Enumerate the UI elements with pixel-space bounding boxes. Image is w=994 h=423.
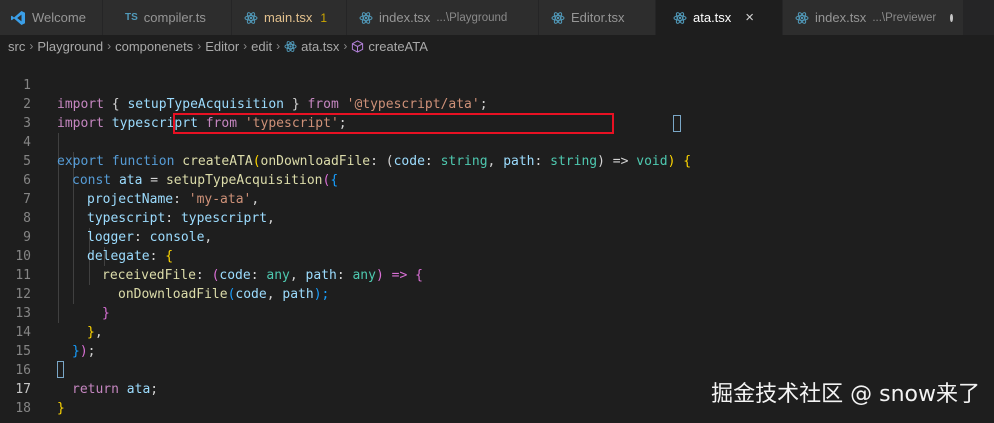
breadcrumb-item[interactable]: ata.tsx (301, 39, 339, 54)
ts-icon: TS (125, 12, 138, 23)
react-icon (359, 11, 373, 25)
tab-label: compiler.ts (143, 10, 206, 25)
bracket-match-highlight (673, 115, 681, 132)
breadcrumb-item[interactable]: edit (251, 39, 272, 54)
code-line: 5 const ata = setupTypeAcquisition({ (0, 133, 994, 188)
tab-description: ...\Playground (436, 11, 508, 24)
line-number: 18 (15, 401, 31, 416)
code-line: 6 projectName: 'my-ata', (0, 152, 994, 207)
tab-bar: Welcome TS compiler.ts main.tsx 1 index.… (0, 0, 994, 35)
problem-count-badge: 1 (320, 10, 328, 25)
vscode-icon (10, 10, 26, 26)
chevron-right-icon: › (29, 39, 34, 53)
symbol-method-icon (351, 39, 364, 53)
tab-label: Editor.tsx (571, 10, 625, 25)
watermark: 掘金技术社区 @ snow来了 (711, 382, 980, 407)
tab-description: ...\Previewer (872, 11, 937, 24)
code-line: 11 onDownloadFile(code, path); (0, 247, 994, 302)
code-line: 13 }, (0, 285, 994, 340)
code-line: 15 (0, 323, 994, 359)
breadcrumb-item[interactable]: createATA (368, 39, 427, 54)
code-line: 3 (0, 95, 994, 131)
chevron-right-icon: › (197, 39, 202, 53)
tab-label: main.tsx (264, 10, 313, 25)
tab-label: index.tsx (815, 10, 867, 25)
tab-label: index.tsx (379, 10, 431, 25)
react-icon (551, 11, 565, 25)
breadcrumb-item[interactable]: Playground (37, 39, 103, 54)
bracket-match-highlight (57, 361, 64, 378)
react-icon (795, 11, 809, 25)
code-line: 7 typescript: typescriprt, (0, 171, 994, 226)
chevron-right-icon: › (276, 39, 281, 53)
chevron-right-icon: › (107, 39, 112, 53)
code-line: 9 delegate: { (0, 209, 994, 264)
chevron-right-icon: › (343, 39, 348, 53)
code-line: 8 logger: console, (0, 190, 994, 245)
tab-welcome[interactable]: Welcome (0, 0, 103, 35)
code-line: 14 }); (0, 304, 994, 359)
tab-label: Welcome (32, 10, 86, 25)
line-code: } (57, 399, 65, 418)
breadcrumb-item[interactable]: Editor (205, 39, 239, 54)
breadcrumb-item[interactable]: src (8, 39, 25, 54)
code-editor[interactable]: 1 import { setupTypeAcquisition } from '… (0, 57, 994, 423)
react-icon (244, 11, 258, 25)
tab-index-previewer[interactable]: index.tsx ...\Previewer (783, 0, 964, 35)
breadcrumb: src › Playground › componenets › Editor … (0, 35, 994, 57)
react-icon (673, 11, 687, 25)
tab-label: ata.tsx (693, 10, 732, 25)
tab-index-playground[interactable]: index.tsx ...\Playground (347, 0, 539, 35)
red-highlight-annotation (173, 113, 614, 134)
token: } (57, 401, 65, 416)
close-icon[interactable]: × (745, 9, 754, 26)
tab-ata[interactable]: ata.tsx × (656, 0, 783, 35)
breadcrumb-item[interactable]: componenets (115, 39, 193, 54)
tab-compiler[interactable]: TS compiler.ts (103, 0, 232, 35)
tab-main[interactable]: main.tsx 1 (232, 0, 347, 35)
code-line: 2 import typescriprt from 'typescript'; (0, 76, 994, 131)
code-line: 1 import { setupTypeAcquisition } from '… (0, 57, 994, 112)
code-line: 12 } (0, 266, 994, 321)
chevron-right-icon: › (243, 39, 248, 53)
react-icon (284, 40, 297, 53)
code-line: 10 receivedFile: (code: any, path: any) … (0, 228, 994, 283)
tab-editor[interactable]: Editor.tsx (539, 0, 656, 35)
unsaved-dot-icon[interactable] (950, 13, 953, 22)
code-line: 16 return ata; (0, 342, 994, 397)
